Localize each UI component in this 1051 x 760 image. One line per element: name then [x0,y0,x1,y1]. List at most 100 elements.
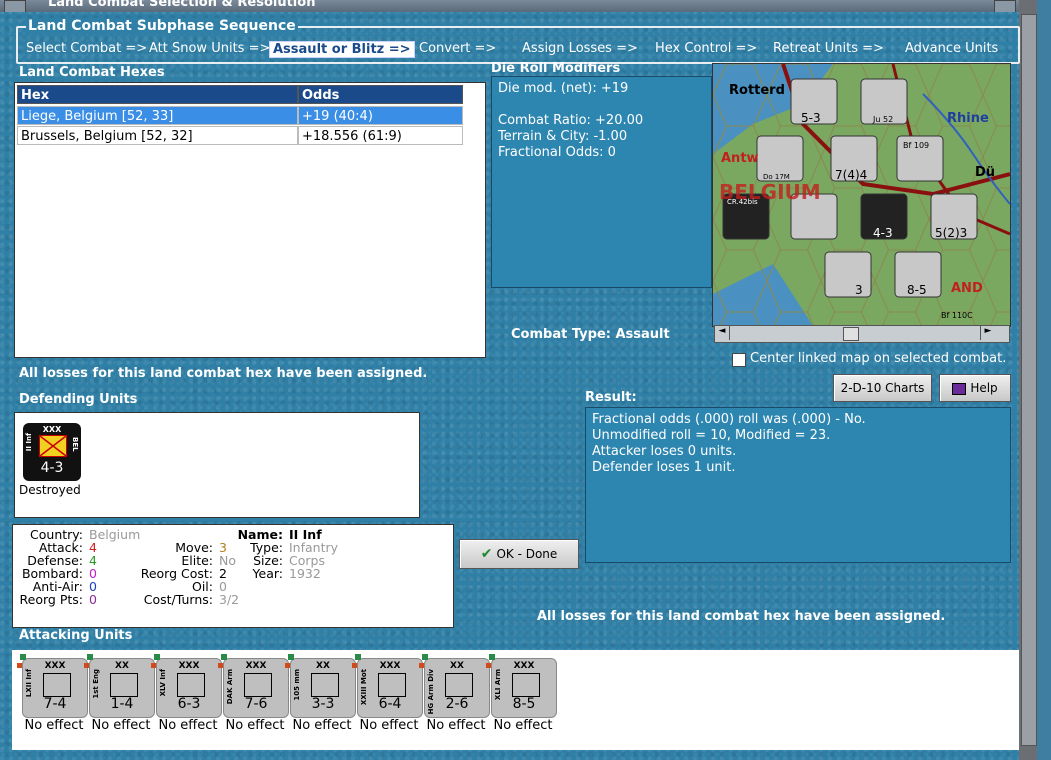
map-unit-strength: Ju 52 [872,115,893,124]
unit-name: LXII Inf [25,669,33,698]
attacking-unit-effect: No effect [359,718,419,733]
table-row-hex[interactable]: Liege, Belgium [52, 33] [17,106,298,125]
map-city-label: Antw [721,151,759,166]
sequence-step[interactable]: Select Combat => [26,41,147,56]
map-city-label: Dü [975,165,995,180]
result-line: Defender loses 1 unit. [592,460,736,475]
unit-info-panel: Country: Belgium Attack: 4 Defense: 4 Bo… [12,524,454,628]
cost-turns-label: Cost/Turns: [143,592,213,607]
map-hex-grid: Rotterd Antw BELGIUM Rhine Dü AND 5-3 Ju… [713,64,1010,326]
result-label: Result: [585,390,637,405]
title-bar: Land Combat Selection & Resolution [0,0,1051,12]
checkmark-icon: ✔ [480,546,493,562]
attacking-unit-counter[interactable]: XX 1st Eng 1-4 [84,654,155,718]
scroll-left-icon[interactable]: ◄ [715,326,730,340]
table-row-hex[interactable]: Brussels, Belgium [52, 32] [17,126,298,145]
map-unit-strength: Bf 110C [941,311,973,320]
land-combat-hexes-table: Hex Odds Liege, Belgium [52, 33] +19 (40… [14,82,486,358]
attacking-unit-effect: No effect [225,718,285,733]
attacking-unit-counter[interactable]: XXX DAK Arm 7-6 [218,654,289,718]
unit-strength: 1-4 [110,696,134,712]
background-map-strip [1037,0,1051,760]
table-row-odds[interactable]: +19 (40:4) [298,106,463,125]
map-unit-strength: 7(4)4 [835,168,867,182]
system-menu-icon[interactable] [4,0,26,12]
land-combat-hexes-label: Land Combat Hexes [19,65,165,80]
year-value: 1932 [289,566,321,581]
attacking-unit-counter[interactable]: XXX XLI Arm 8-5 [486,654,557,718]
status-pip [355,654,361,660]
status-pip [87,654,93,660]
result-panel: Fractional odds (.000) roll was (.000) -… [585,407,1011,563]
unit-strength: 7-4 [43,696,67,712]
losses-assigned-message: All losses for this land combat hex have… [19,366,428,381]
reorg-pts-value: 0 [89,592,97,607]
attacking-unit-counter[interactable]: XXX XXIII Mot 6-4 [352,654,423,718]
close-icon[interactable] [994,0,1016,12]
sequence-step[interactable]: Hex Control => [655,41,757,56]
scroll-thumb[interactable] [843,327,859,341]
unit-strength: 3-3 [311,696,335,712]
subphase-sequence-legend: Land Combat Subphase Sequence [26,18,298,34]
ok-done-button[interactable]: ✔ OK - Done [459,539,579,569]
fractional-odds: Fractional Odds: 0 [498,145,616,160]
map-river-label: Rhine [947,111,989,126]
unit-symbol-icon [43,673,71,697]
attacking-unit-effect: No effect [426,718,486,733]
column-header-hex[interactable]: Hex [17,85,298,104]
sequence-step[interactable]: Advance Units [905,41,998,56]
charts-button[interactable]: 2-D-10 Charts [833,374,932,402]
table-row-odds[interactable]: +18.556 (61:9) [298,126,463,145]
status-pip [84,663,89,668]
column-header-odds[interactable]: Odds [298,85,463,104]
unit-name: 1st Eng [92,669,100,699]
help-button[interactable]: Help [939,374,1011,402]
unit-nation: BEL [71,437,79,452]
combat-type: Combat Type: Assault [511,327,670,342]
sequence-step[interactable]: Att Snow Units => [149,41,270,56]
map-unit-strength: Do 17M [763,173,790,181]
map-country-label: AND [951,281,983,296]
unit-symbol-icon [378,673,406,697]
unit-symbol-icon [445,673,473,697]
unit-symbol-icon [311,673,339,697]
attacking-unit-counter[interactable]: XX 105 mm 3-3 [285,654,356,718]
map-city-label: Rotterd [729,83,785,98]
status-pip [20,654,26,660]
defending-unit-counter[interactable]: XXX II Inf BEL 4-3 [23,423,81,481]
combat-ratio: Combat Ratio: +20.00 [498,113,644,128]
ok-done-label: OK - Done [496,547,558,561]
linked-map[interactable]: Rotterd Antw BELGIUM Rhine Dü AND 5-3 Ju… [712,63,1011,327]
sequence-step[interactable]: Assign Losses => [522,41,638,56]
map-unit-strength: CR.42bis [727,198,758,206]
status-pip [221,654,227,660]
map-unit-strength: 4-3 [873,226,893,240]
sequence-step[interactable]: Retreat Units => [773,41,884,56]
status-pip [352,663,357,668]
attacking-unit-counter[interactable]: XX HG Arm Div 2-6 [419,654,490,718]
unit-strength: 6-4 [378,696,402,712]
center-linked-checkbox[interactable] [732,353,746,367]
terrain-city: Terrain & City: -1.00 [498,129,628,144]
attacking-unit-counter[interactable]: XXX LXII Inf 7-4 [17,654,88,718]
sequence-step[interactable]: Assault or Blitz => [269,41,415,58]
sequence-step[interactable]: Convert => [419,41,496,56]
attacking-unit-counter[interactable]: XXX XLV Inf 6-3 [151,654,222,718]
result-line: Attacker loses 0 units. [592,444,737,459]
result-line: Fractional odds (.000) roll was (.000) -… [592,412,866,427]
status-pip [419,663,424,668]
window-title: Land Combat Selection & Resolution [48,0,316,10]
unit-strength: 4-3 [40,460,64,476]
status-pip [151,663,156,668]
vertical-scrollbar[interactable] [1021,14,1037,746]
attacking-unit-effect: No effect [91,718,151,733]
losses-assigned-message-right: All losses for this land combat hex have… [537,609,946,624]
map-horizontal-scrollbar[interactable]: ◄ ► [714,325,1010,343]
year-label: Year: [252,566,283,581]
scroll-right-icon[interactable]: ► [980,326,995,340]
help-book-icon [952,382,967,395]
die-roll-modifiers-panel: Die mod. (net): +19 Combat Ratio: +20.00… [491,76,712,288]
unit-strength: 7-6 [244,696,268,712]
map-unit-strength: 3 [855,283,863,297]
status-pip [285,663,290,668]
